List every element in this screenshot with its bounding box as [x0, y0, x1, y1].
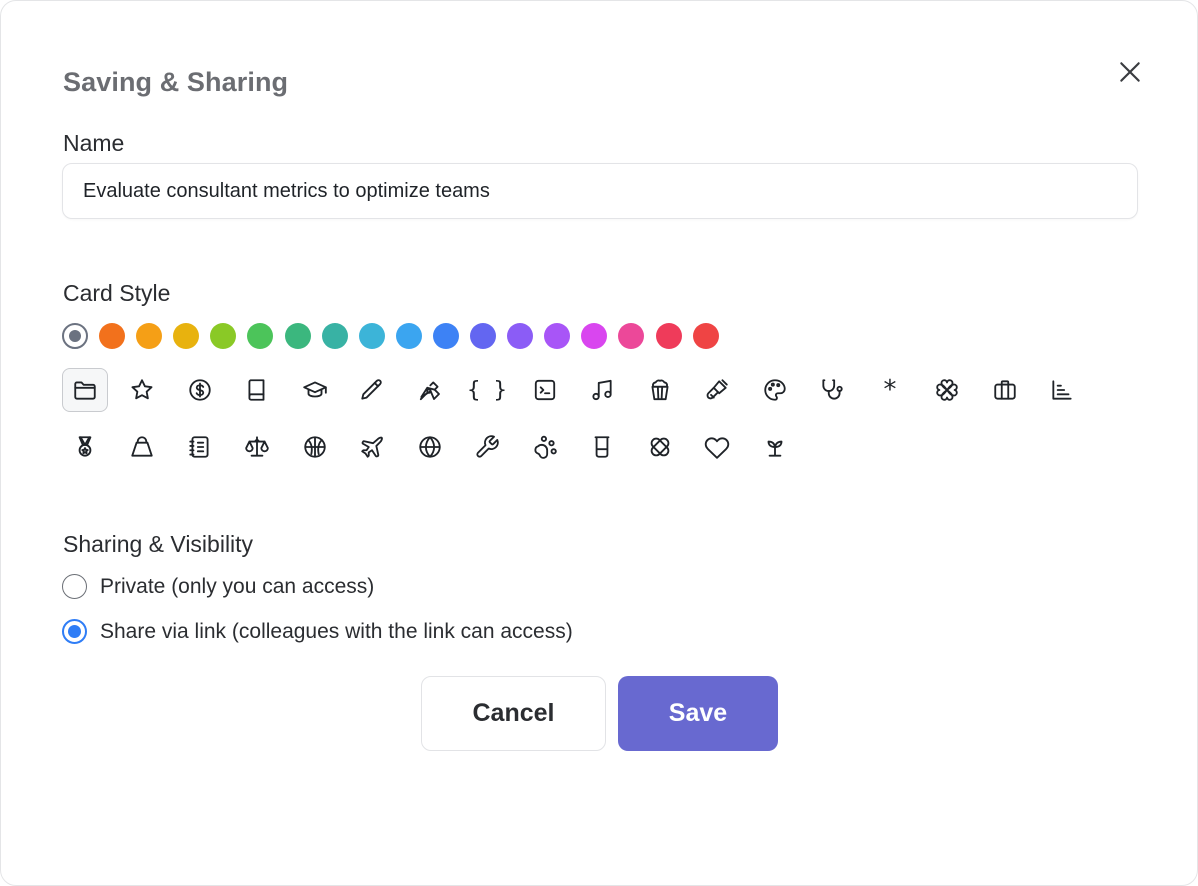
scale-icon-button[interactable]: [234, 425, 280, 469]
pen-tool-icon-button[interactable]: [407, 368, 453, 412]
color-swatch-default[interactable]: [62, 323, 88, 349]
sprout-icon-button[interactable]: [752, 425, 798, 469]
name-input[interactable]: [62, 163, 1138, 219]
clover-icon: [936, 379, 958, 401]
clover-icon-button[interactable]: [924, 368, 970, 412]
folder-icon: [74, 381, 96, 400]
palette-icon-button[interactable]: [752, 368, 798, 412]
beaker-icon: [594, 436, 610, 458]
stethoscope-icon-button[interactable]: [809, 368, 855, 412]
terminal-icon-button[interactable]: [522, 368, 568, 412]
medal-icon: [78, 436, 92, 457]
bar-chart-icon: [1052, 380, 1072, 400]
cancel-button[interactable]: Cancel: [421, 676, 606, 751]
wrench-icon: [476, 435, 499, 458]
name-label: Name: [63, 130, 125, 156]
terminal-icon: [534, 379, 556, 401]
color-swatch-red[interactable]: [692, 323, 719, 349]
heart-icon: [704, 437, 730, 459]
dialog-title: Saving & Sharing: [63, 67, 289, 97]
pencil-icon-button[interactable]: [349, 368, 395, 412]
saving-sharing-dialog: Saving & Sharing Name Card Style { }: [0, 0, 1198, 886]
color-swatch-purple[interactable]: [544, 323, 571, 349]
music-icon-button[interactable]: [579, 368, 625, 412]
private-radio[interactable]: [62, 574, 87, 599]
private-option[interactable]: Private (only you can access): [62, 574, 374, 599]
palette-icon: [764, 379, 786, 401]
close-button[interactable]: [1111, 53, 1149, 91]
star-icon-button[interactable]: [119, 368, 165, 412]
color-swatch-yellow[interactable]: [173, 323, 200, 349]
share-link-option-label: Share via link (colleagues with the link…: [100, 619, 573, 643]
popcorn-icon: [651, 379, 669, 401]
color-swatch-lime[interactable]: [210, 323, 237, 349]
popcorn-icon-button[interactable]: [637, 368, 683, 412]
graduation-cap-icon-button[interactable]: [292, 368, 338, 412]
briefcase-icon: [994, 380, 1016, 400]
color-swatch-green[interactable]: [247, 323, 274, 349]
notebook-icon: [189, 436, 209, 458]
paw-icon: [534, 435, 557, 459]
graduation-cap-icon: [303, 381, 327, 398]
medal-icon-button[interactable]: [62, 425, 108, 469]
globe-icon-button[interactable]: [407, 425, 453, 469]
dollar-icon-button[interactable]: [177, 368, 223, 412]
bandage-icon-button[interactable]: [637, 425, 683, 469]
paintbrush-icon-button[interactable]: [694, 368, 740, 412]
star-icon: [131, 379, 153, 400]
paw-icon-button[interactable]: [522, 425, 568, 469]
color-swatches: [62, 323, 719, 351]
color-swatch-pink[interactable]: [618, 323, 645, 349]
basketball-icon-button[interactable]: [292, 425, 338, 469]
folder-icon-button[interactable]: [62, 368, 108, 412]
close-icon: [1120, 62, 1140, 82]
dollar-icon: [189, 379, 211, 401]
kettlebell-icon: [131, 436, 153, 457]
color-swatch-fuchsia[interactable]: [581, 323, 608, 349]
globe-icon: [419, 436, 441, 458]
beaker-icon-button[interactable]: [579, 425, 625, 469]
color-swatch-orange[interactable]: [136, 323, 163, 349]
color-swatch-teal[interactable]: [321, 323, 348, 349]
bandage-icon: [650, 437, 670, 457]
briefcase-icon-button[interactable]: [982, 368, 1028, 412]
share-link-radio[interactable]: [62, 619, 87, 644]
asterisk-icon-button[interactable]: *: [867, 368, 913, 412]
music-icon: [592, 379, 612, 401]
card-style-label: Card Style: [63, 280, 171, 306]
pen-tool-icon: [419, 381, 440, 401]
share-link-option[interactable]: Share via link (colleagues with the link…: [62, 619, 573, 644]
pencil-icon: [361, 379, 382, 400]
color-swatch-emerald[interactable]: [284, 323, 311, 349]
plane-icon-button[interactable]: [349, 425, 395, 469]
stethoscope-icon: [822, 379, 843, 400]
sharing-visibility-label: Sharing & Visibility: [63, 531, 254, 557]
private-option-label: Private (only you can access): [100, 574, 375, 598]
plane-icon: [361, 436, 383, 458]
save-button[interactable]: Save: [618, 676, 778, 751]
color-swatch-cyan[interactable]: [358, 323, 385, 349]
color-swatch-orange-red[interactable]: [99, 323, 126, 349]
asterisk-icon: *: [882, 375, 898, 405]
notebook-icon-button[interactable]: [177, 425, 223, 469]
scale-icon: [245, 436, 269, 457]
basketball-icon: [304, 436, 326, 458]
book-icon-button[interactable]: [234, 368, 280, 412]
sprout-icon: [767, 440, 783, 457]
color-swatch-sky[interactable]: [395, 323, 422, 349]
color-swatch-rose[interactable]: [655, 323, 682, 349]
bar-chart-icon-button[interactable]: [1039, 368, 1085, 412]
heart-icon-button[interactable]: [694, 425, 740, 469]
kettlebell-icon-button[interactable]: [119, 425, 165, 469]
color-swatch-blue[interactable]: [432, 323, 459, 349]
braces-icon-button[interactable]: { }: [464, 368, 510, 412]
wrench-icon-button[interactable]: [464, 425, 510, 469]
color-swatch-violet[interactable]: [507, 323, 534, 349]
color-swatch-indigo[interactable]: [470, 323, 497, 349]
paintbrush-icon: [706, 379, 728, 400]
braces-icon: { }: [467, 377, 507, 403]
book-icon: [248, 379, 265, 401]
